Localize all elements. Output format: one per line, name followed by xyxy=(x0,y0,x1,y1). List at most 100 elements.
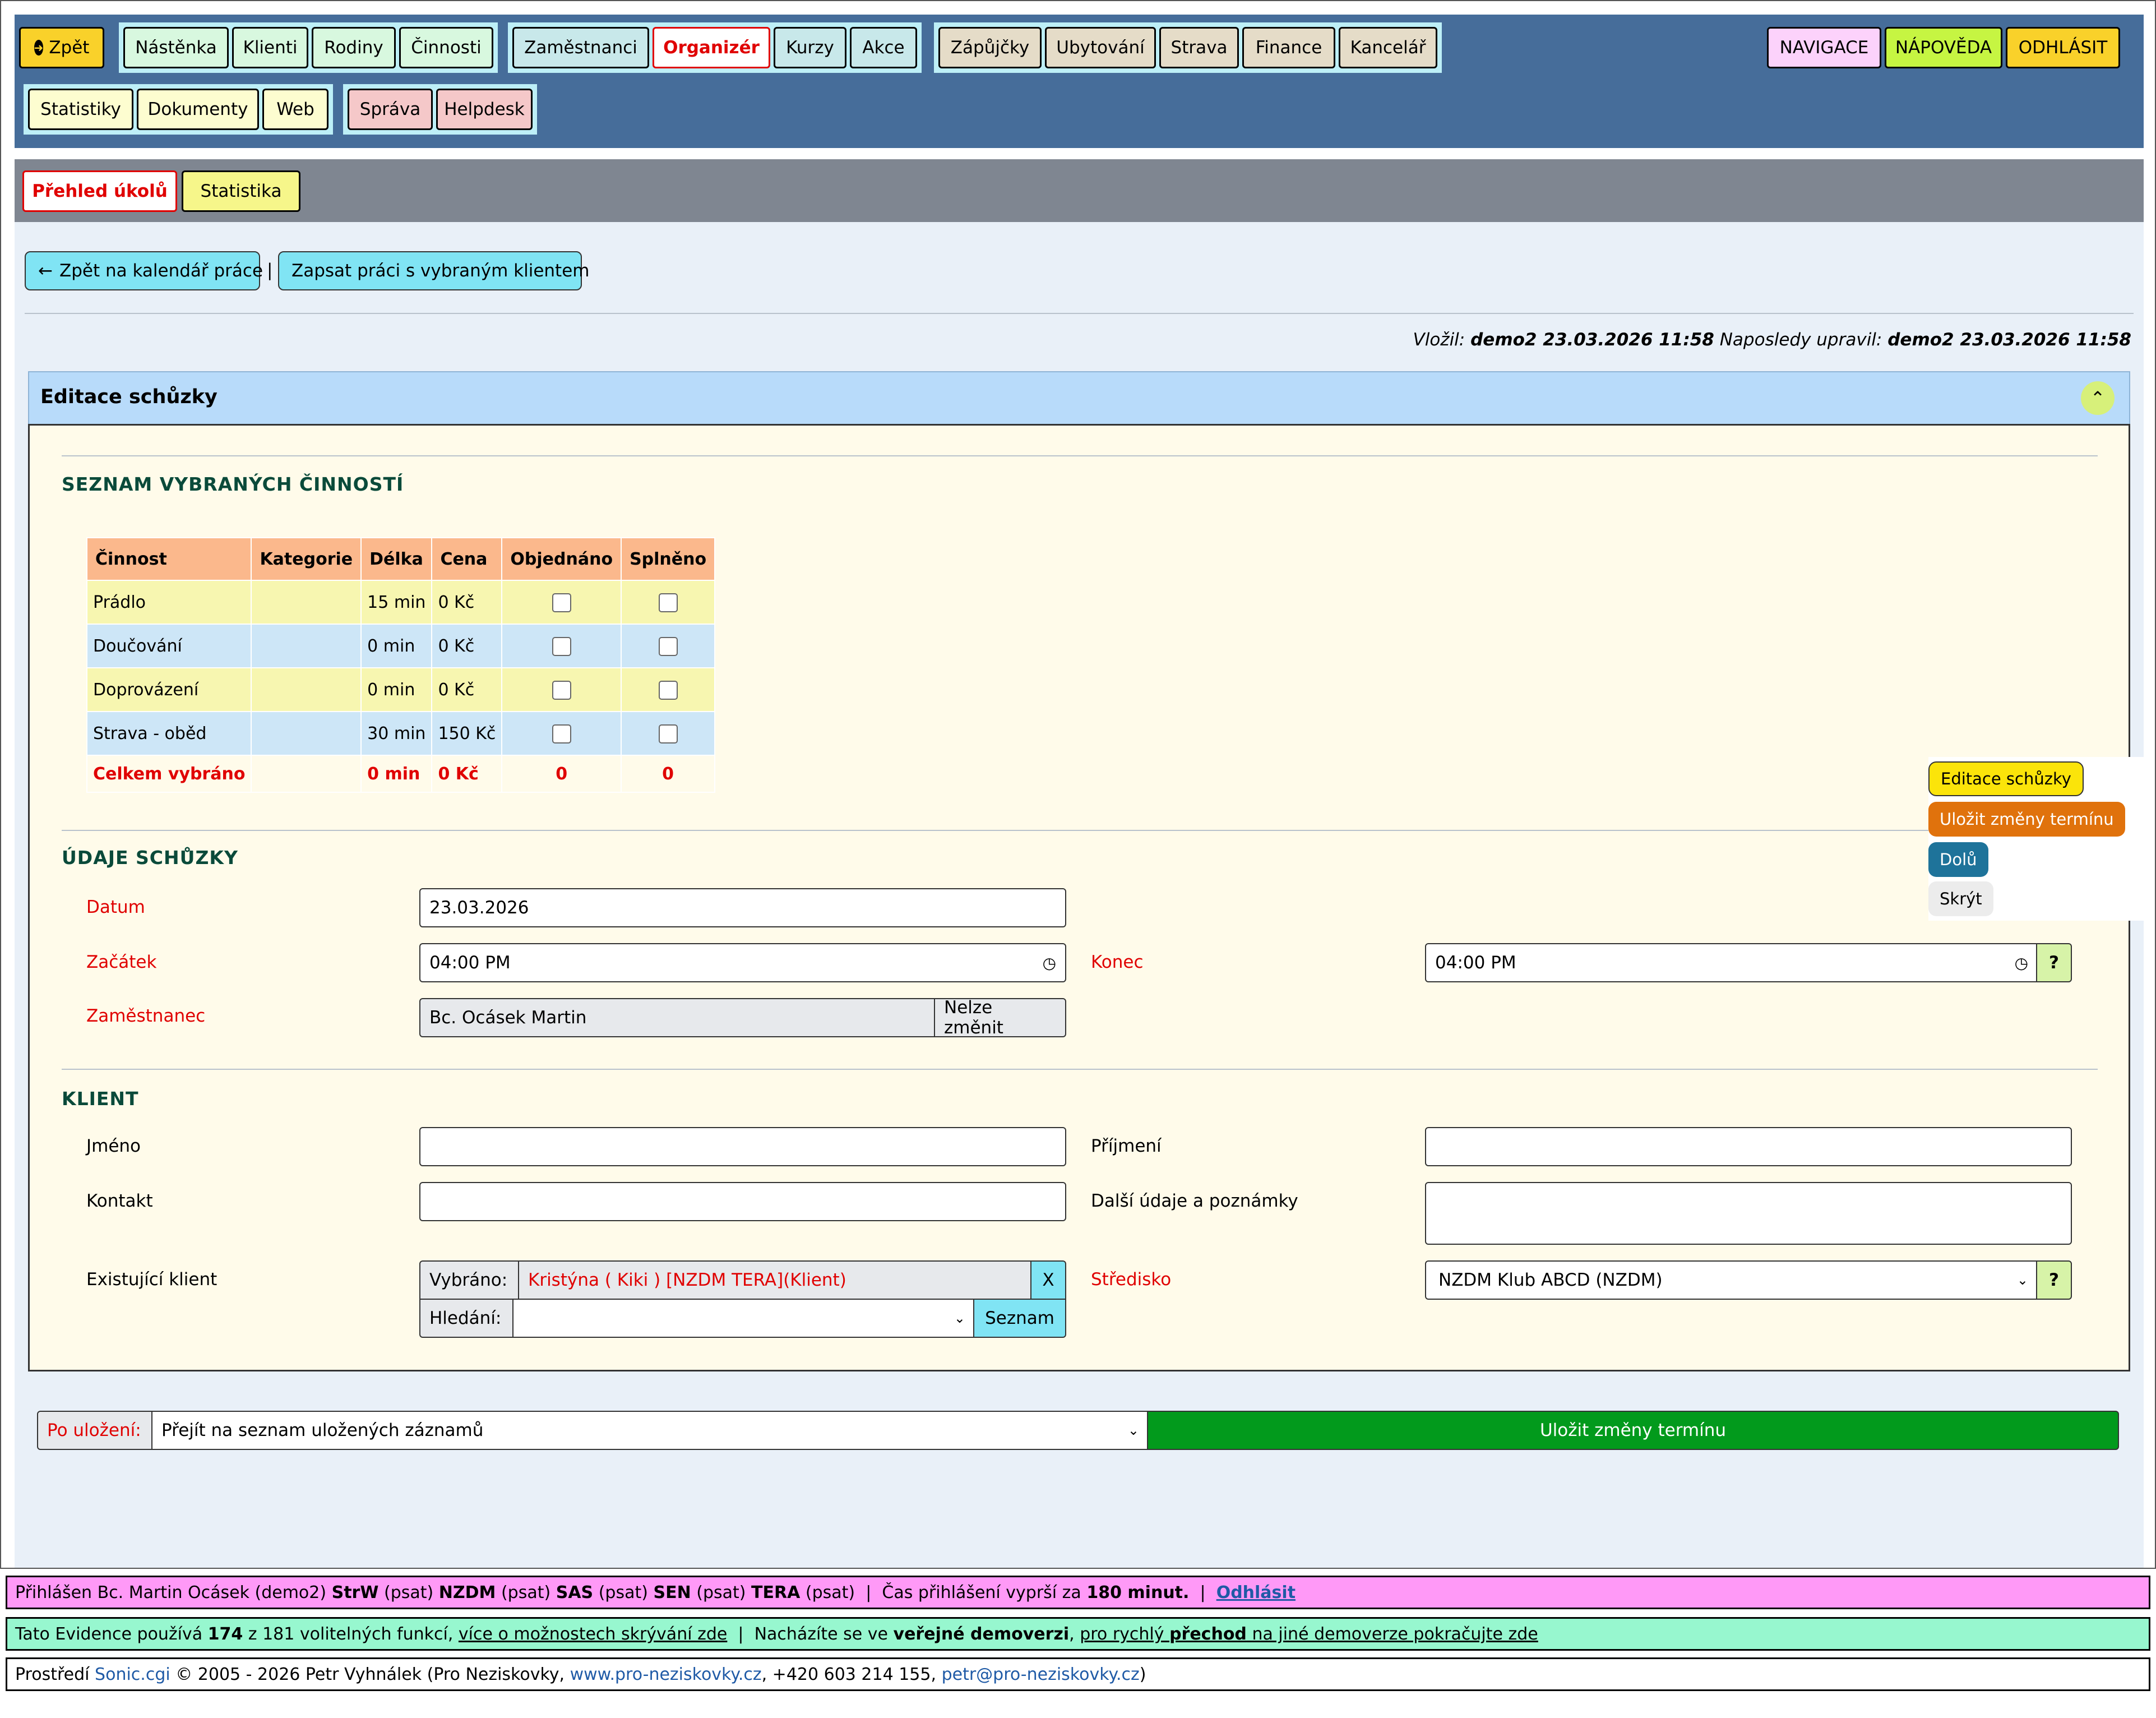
email-link[interactable]: petr@pro-neziskovky.cz xyxy=(942,1665,1140,1684)
save-changes-button[interactable]: Uložit změny termínu xyxy=(1147,1411,2119,1450)
after-save-select[interactable]: Přejít na seznam uložených záznamů ⌄ xyxy=(151,1411,1149,1450)
nav-accommodation[interactable]: Ubytování xyxy=(1045,27,1156,68)
firstname-input[interactable] xyxy=(419,1127,1066,1166)
panel-title: Editace schůzky xyxy=(40,386,218,408)
nav-employees[interactable]: Zaměstnanci xyxy=(512,27,649,68)
role-code: StrW xyxy=(331,1582,379,1602)
hide-features-link[interactable]: více o možnostech skrývání zde xyxy=(459,1624,727,1644)
done-checkbox[interactable] xyxy=(658,636,678,656)
ordered-checkbox[interactable] xyxy=(552,593,571,612)
surname-input[interactable] xyxy=(1425,1127,2072,1166)
nav-food[interactable]: Strava xyxy=(1159,27,1239,68)
activity-name: Prádlo xyxy=(86,580,252,625)
other-demos-link[interactable]: pro rychlý přechod na jiné demoverze pok… xyxy=(1080,1624,1538,1644)
nav-statistics[interactable]: Statistiky xyxy=(28,89,133,130)
divider xyxy=(62,830,2098,831)
nav-helpdesk[interactable]: Helpdesk xyxy=(436,89,533,130)
nav-events[interactable]: Akce xyxy=(850,27,917,68)
end-time-help-button[interactable]: ? xyxy=(2036,943,2072,982)
nav-web[interactable]: Web xyxy=(262,89,329,130)
collapse-chevron-up-icon[interactable]: ⌃ xyxy=(2081,381,2115,415)
footer-login-info: Přihlášen Bc. Martin Ocásek (demo2) StrW… xyxy=(6,1576,2150,1609)
record-work-button[interactable]: Zapsat práci s vybraným klientem xyxy=(278,251,589,290)
date-input[interactable]: 23.03.2026 xyxy=(419,888,1066,927)
nav-navigation[interactable]: NAVIGACE xyxy=(1767,27,1881,68)
float-hide[interactable]: Skrýt xyxy=(1928,881,1993,916)
table-total-row: Celkem vybráno 0 min 0 Kč 0 0 xyxy=(86,755,716,793)
client-search-select[interactable]: ⌄ xyxy=(512,1299,975,1338)
start-time-input[interactable]: 04:00 PM ◷ xyxy=(419,943,1066,982)
col-activity: Činnost xyxy=(86,537,252,581)
done-checkbox[interactable] xyxy=(658,593,678,612)
nav-organizer[interactable]: Organizér xyxy=(653,27,770,68)
nav-group-2: Zaměstnanci Organizér Kurzy Akce xyxy=(508,22,922,73)
login-user: Přihlášen Bc. Martin Ocásek (demo2) xyxy=(15,1582,327,1602)
ordered-checkbox[interactable] xyxy=(552,636,571,656)
ordered-cell xyxy=(501,580,622,625)
total-ordered: 0 xyxy=(501,755,622,793)
notes-textarea[interactable] xyxy=(1425,1182,2072,1245)
activities-section-title: SEZNAM VYBRANÝCH ČINNOSTÍ xyxy=(62,473,404,495)
float-edit-meeting[interactable]: Editace schůzky xyxy=(1928,761,2084,796)
sonic-link[interactable]: Sonic.cgi xyxy=(95,1665,170,1684)
center-help-button[interactable]: ? xyxy=(2036,1260,2072,1300)
col-category: Kategorie xyxy=(251,537,362,581)
ordered-cell xyxy=(501,711,622,756)
nav-loans[interactable]: Zápůjčky xyxy=(938,27,1042,68)
selected-client-value: Kristýna ( Kiki ) [NZDM TERA](Klient) xyxy=(518,1260,1033,1300)
done-checkbox[interactable] xyxy=(658,680,678,700)
back-label: Zpět xyxy=(49,38,90,58)
activity-category xyxy=(251,624,362,668)
float-down[interactable]: Dolů xyxy=(1928,842,1988,877)
subnav-statistics[interactable]: Statistika xyxy=(182,170,300,212)
role-code: SEN xyxy=(653,1582,691,1602)
total-length: 0 min xyxy=(360,755,433,793)
back-button[interactable]: ➜ Zpět xyxy=(19,27,104,68)
subnav-task-overview[interactable]: Přehled úkolů xyxy=(22,170,177,212)
nav-finance[interactable]: Finance xyxy=(1242,27,1335,68)
nav-activities[interactable]: Činnosti xyxy=(399,27,493,68)
ordered-checkbox[interactable] xyxy=(552,724,571,743)
nav-dashboard[interactable]: Nástěnka xyxy=(123,27,229,68)
col-length: Délka xyxy=(360,537,433,581)
activity-price: 0 Kč xyxy=(431,624,503,668)
nav-documents[interactable]: Dokumenty xyxy=(137,89,259,130)
nav-admin[interactable]: Správa xyxy=(348,89,433,130)
role-code: TERA xyxy=(751,1582,801,1602)
activity-category xyxy=(251,711,362,756)
ordered-checkbox[interactable] xyxy=(552,680,571,700)
center-select[interactable]: NZDM Klub ABCD (NZDM) ⌄ xyxy=(1425,1260,2038,1300)
footer-logout-link[interactable]: Odhlásit xyxy=(1216,1583,1296,1602)
col-done: Splněno xyxy=(621,537,716,581)
col-ordered: Objednáno xyxy=(501,537,622,581)
clock-icon[interactable]: ◷ xyxy=(2015,954,2028,972)
client-section-title: KLIENT xyxy=(62,1088,139,1110)
nav-clients[interactable]: Klienti xyxy=(232,27,308,68)
clear-client-button[interactable]: X xyxy=(1030,1260,1066,1300)
float-save-changes[interactable]: Uložit změny termínu xyxy=(1928,802,2125,837)
nav-help[interactable]: NÁPOVĚDA xyxy=(1885,27,2002,68)
table-header-row: Činnost Kategorie Délka Cena Objednáno S… xyxy=(86,537,716,581)
nav-office[interactable]: Kancelář xyxy=(1339,27,1437,68)
nav-group-3: Zápůjčky Ubytování Strava Finance Kancel… xyxy=(934,22,1442,73)
done-checkbox[interactable] xyxy=(658,724,678,743)
inserted-value: demo2 23.03.2026 11:58 xyxy=(1470,330,1714,350)
action-separator: | xyxy=(267,260,273,280)
footer-separator: | xyxy=(866,1582,872,1602)
nav-families[interactable]: Rodiny xyxy=(312,27,396,68)
client-list-button[interactable]: Seznam xyxy=(973,1299,1066,1338)
website-link[interactable]: www.pro-neziskovky.cz xyxy=(570,1665,762,1684)
back-to-calendar-button[interactable]: ← Zpět na kalendář práce xyxy=(25,251,263,290)
surname-label: Příjmení xyxy=(1091,1136,1162,1156)
env-text: Prostředí xyxy=(15,1664,90,1684)
clock-icon[interactable]: ◷ xyxy=(1043,954,1056,972)
contact-input[interactable] xyxy=(419,1182,1066,1221)
end-time-input[interactable]: 04:00 PM ◷ xyxy=(1425,943,2038,982)
existing-client-label: Existující klient xyxy=(86,1269,218,1290)
app-window: ➜ Zpět Nástěnka Klienti Rodiny Činnosti … xyxy=(0,0,2156,1569)
nav-logout[interactable]: ODHLÁSIT xyxy=(2006,27,2120,68)
arrow-left-circle-icon: ➜ xyxy=(34,40,44,56)
employee-locked-badge: Nelze změnit xyxy=(934,997,1066,1038)
copyright-close: ) xyxy=(1139,1664,1146,1684)
nav-courses[interactable]: Kurzy xyxy=(774,27,846,68)
